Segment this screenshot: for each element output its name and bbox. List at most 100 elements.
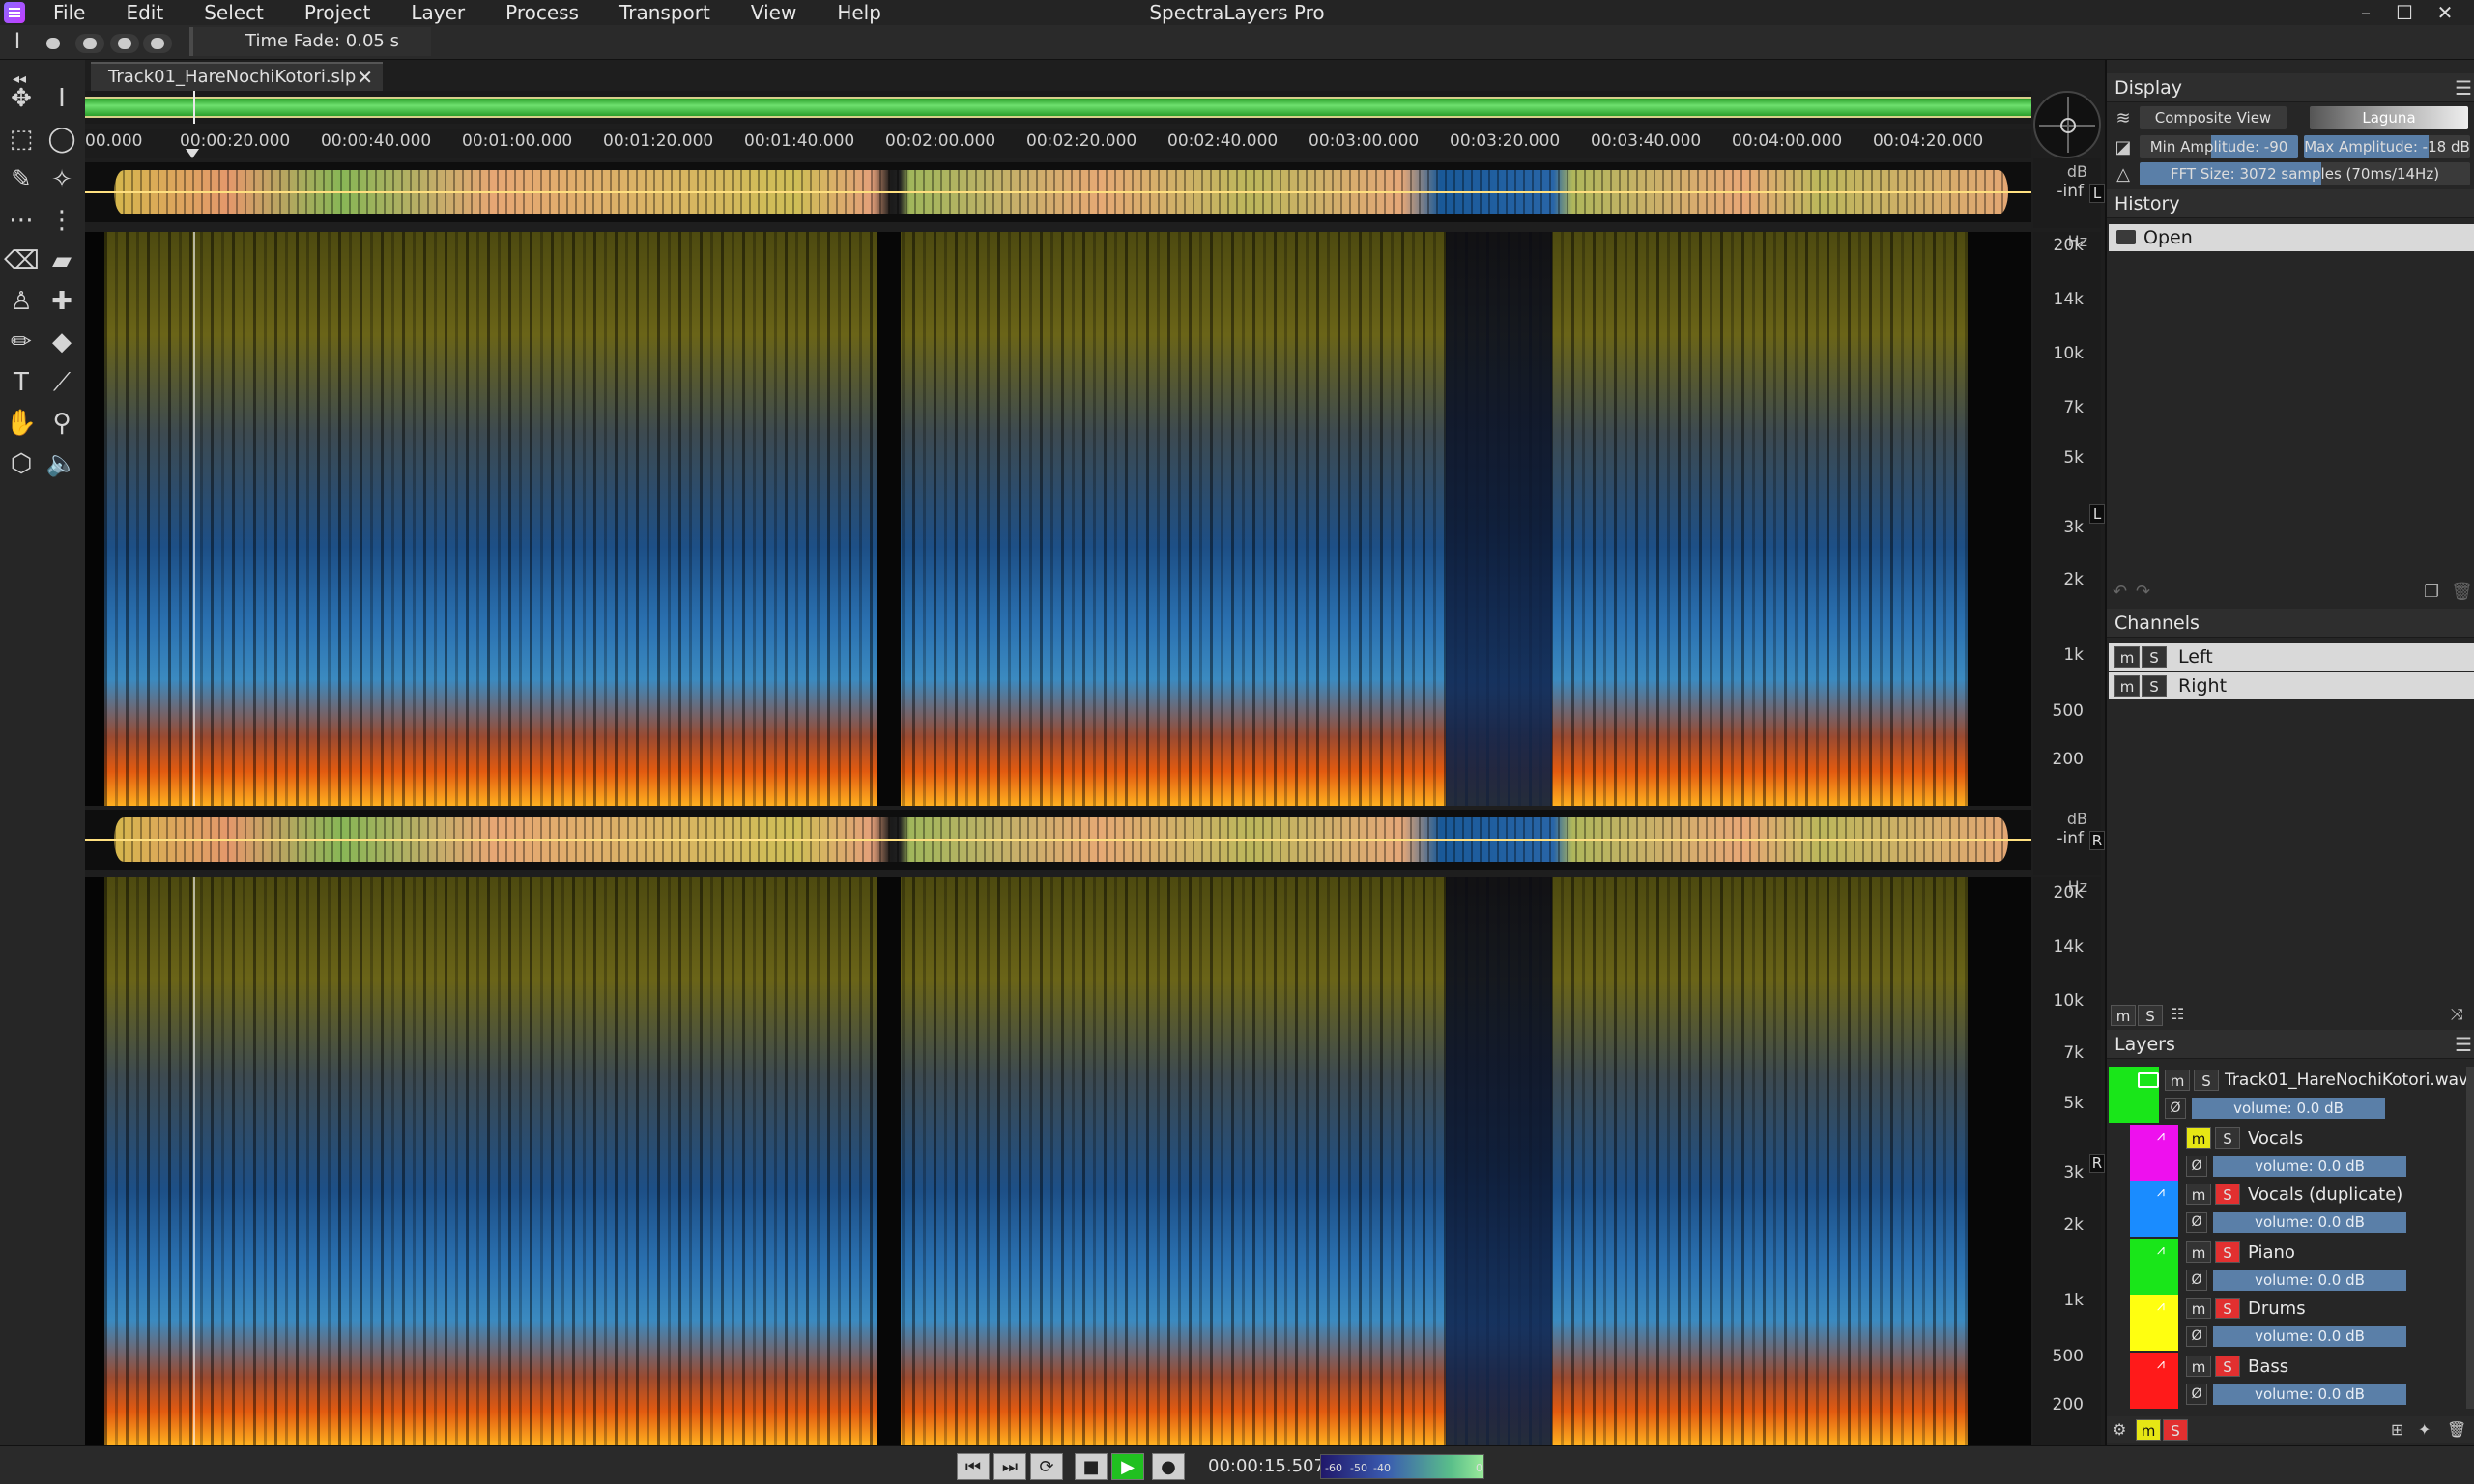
menu-layer[interactable]: Layer: [390, 0, 485, 25]
3d-view-icon[interactable]: ⬡: [4, 446, 39, 481]
channel-list-icon[interactable]: ☷: [2171, 1005, 2184, 1023]
vertical-select-icon[interactable]: ⋮: [44, 203, 79, 238]
menu-file[interactable]: File: [33, 0, 105, 25]
solo-button[interactable]: S: [2215, 1241, 2240, 1263]
menu-edit[interactable]: Edit: [105, 0, 184, 25]
volume-slider[interactable]: volume: 0.0 dB: [2213, 1212, 2406, 1233]
menu-view[interactable]: View: [731, 0, 817, 25]
mute-button[interactable]: m: [2186, 1184, 2211, 1205]
channels-solo-all-button[interactable]: S: [2138, 1005, 2163, 1026]
playhead-marker-icon[interactable]: [186, 149, 199, 158]
composite-view-select[interactable]: Composite View: [2140, 106, 2287, 129]
overview-bar[interactable]: [85, 91, 2031, 124]
mute-button[interactable]: m: [2186, 1127, 2211, 1149]
solo-button[interactable]: S: [2215, 1298, 2240, 1319]
min-amplitude-slider[interactable]: Min Amplitude: -90 dB: [2140, 135, 2298, 179]
phase-invert-button[interactable]: Ø: [2186, 1384, 2207, 1405]
mute-button[interactable]: m: [2186, 1298, 2211, 1319]
volume-slider[interactable]: volume: 0.0 dB: [2213, 1326, 2406, 1347]
time-ruler[interactable]: 00.000 00:00:20.000 00:00:40.000 00:01:0…: [85, 129, 2031, 158]
mode-split-icon[interactable]: [143, 34, 172, 53]
brush-select-tool-icon[interactable]: ✎: [4, 162, 39, 197]
unmix-icon[interactable]: ✦: [2418, 1420, 2431, 1439]
solo-button[interactable]: S: [2142, 675, 2167, 697]
delete-layer-icon[interactable]: 🗑: [2447, 1420, 2466, 1439]
trash-icon[interactable]: 🗑: [2451, 582, 2473, 602]
eraser-soft-tool-icon[interactable]: ▰: [44, 243, 79, 278]
speaker-tool-icon[interactable]: 🔈: [44, 446, 79, 481]
spectrogram-right[interactable]: [85, 877, 2031, 1445]
duplicate-icon[interactable]: ❐: [2424, 582, 2439, 602]
fill-tool-icon[interactable]: ◆: [44, 325, 79, 359]
eyedropper-tool-icon[interactable]: ⟋: [44, 365, 79, 400]
zoom-tool-icon[interactable]: ⚲: [44, 406, 79, 441]
hamburger-menu-icon[interactable]: ☰: [2455, 1030, 2472, 1059]
mute-button[interactable]: m: [2114, 675, 2140, 697]
layer-settings-icon[interactable]: ⚙: [2113, 1420, 2126, 1439]
mode-half-icon[interactable]: [110, 34, 139, 53]
history-item-open[interactable]: Open: [2109, 224, 2474, 251]
solo-button[interactable]: S: [2194, 1070, 2219, 1091]
volume-slider[interactable]: volume: 0.0 dB: [2213, 1270, 2406, 1291]
phase-invert-button[interactable]: Ø: [2165, 1098, 2186, 1119]
volume-slider[interactable]: volume: 0.0 dB: [2192, 1098, 2385, 1119]
layer-row-piano[interactable]: ⩘ m S Piano Ø volume: 0.0 dB: [2109, 1239, 2464, 1295]
solo-button[interactable]: S: [2142, 646, 2167, 668]
magic-wand-tool-icon[interactable]: ✧: [44, 162, 79, 197]
record-icon[interactable]: ●: [1152, 1453, 1185, 1480]
layer-row-bass[interactable]: ⩘ m S Bass Ø volume: 0.0 dB: [2109, 1353, 2464, 1409]
layer-row-drums[interactable]: ⩘ m S Drums Ø volume: 0.0 dB: [2109, 1295, 2464, 1351]
layer-row-vocals[interactable]: ⩘ m S Vocals Ø volume: 0.0 dB: [2109, 1125, 2464, 1181]
spectrogram-left[interactable]: [85, 232, 2031, 806]
lasso-tool-icon[interactable]: ◯: [44, 122, 79, 157]
loop-icon[interactable]: ⟳: [1030, 1453, 1063, 1480]
go-to-start-icon[interactable]: ⏮: [957, 1453, 990, 1480]
solo-button[interactable]: S: [2215, 1356, 2240, 1377]
shuffle-icon[interactable]: ⤨: [2451, 1005, 2463, 1024]
phase-invert-button[interactable]: Ø: [2186, 1156, 2207, 1177]
phase-invert-button[interactable]: Ø: [2186, 1270, 2207, 1291]
waveform-right[interactable]: [85, 810, 2031, 870]
close-window-icon[interactable]: ✕: [2426, 0, 2464, 25]
menu-transport[interactable]: Transport: [599, 0, 731, 25]
new-layer-icon[interactable]: ⊞: [2391, 1420, 2403, 1439]
eraser-tool-icon[interactable]: ⌫: [4, 243, 40, 278]
volume-slider[interactable]: volume: 0.0 dB: [2213, 1156, 2406, 1177]
channels-mute-all-button[interactable]: m: [2111, 1005, 2136, 1026]
volume-slider[interactable]: volume: 0.0 dB: [2213, 1384, 2406, 1405]
redo-icon[interactable]: ↷: [2136, 582, 2150, 602]
channel-row-left[interactable]: m S Left: [2109, 643, 2474, 671]
max-amplitude-slider[interactable]: Max Amplitude: -18 dB: [2304, 135, 2470, 158]
mute-button[interactable]: m: [2114, 646, 2140, 668]
solo-button[interactable]: S: [2215, 1127, 2240, 1149]
menu-help[interactable]: Help: [817, 0, 902, 25]
phase-invert-button[interactable]: Ø: [2186, 1326, 2207, 1347]
layer-row-root[interactable]: m S Track01_HareNochiKotori.wav Ø volume…: [2109, 1067, 2468, 1123]
minimize-icon[interactable]: –: [2346, 0, 2385, 25]
maximize-icon[interactable]: ☐: [2385, 0, 2424, 25]
solo-button[interactable]: S: [2215, 1184, 2240, 1205]
pencil-tool-icon[interactable]: ✏: [4, 325, 39, 359]
menu-process[interactable]: Process: [485, 0, 599, 25]
mode-pill-icon[interactable]: [75, 34, 104, 53]
layers-mute-all-button[interactable]: m: [2136, 1419, 2161, 1441]
time-fade-field[interactable]: Time Fade: 0.05 s: [189, 27, 431, 56]
layers-solo-all-button[interactable]: S: [2163, 1419, 2188, 1441]
menu-select[interactable]: Select: [184, 0, 284, 25]
layer-row-vocals-duplicate[interactable]: ⩘ m S Vocals (duplicate) Ø volume: 0.0 d…: [2109, 1181, 2464, 1237]
waveform-left[interactable]: [85, 162, 2031, 222]
menu-project[interactable]: Project: [284, 0, 390, 25]
clone-stamp-tool-icon[interactable]: ♙: [4, 284, 39, 319]
mode-dot-icon[interactable]: [43, 34, 64, 53]
undo-icon[interactable]: ↶: [2113, 582, 2127, 602]
overview-range[interactable]: [85, 97, 2031, 118]
fft-size-slider[interactable]: FFT Size: 3072 samples (70ms/14Hz): [2140, 162, 2470, 186]
stop-icon[interactable]: ■: [1075, 1453, 1108, 1480]
mute-button[interactable]: m: [2186, 1241, 2211, 1263]
frequency-select-icon[interactable]: ⋯: [4, 203, 39, 238]
rect-select-tool-icon[interactable]: ⬚: [4, 122, 39, 157]
text-tool-icon[interactable]: T: [4, 365, 39, 400]
time-select-tool-icon[interactable]: I: [44, 81, 79, 116]
navigator-wheel[interactable]: [2033, 91, 2101, 158]
document-tab[interactable]: Track01_HareNochiKotori.slp ✕: [91, 62, 383, 91]
